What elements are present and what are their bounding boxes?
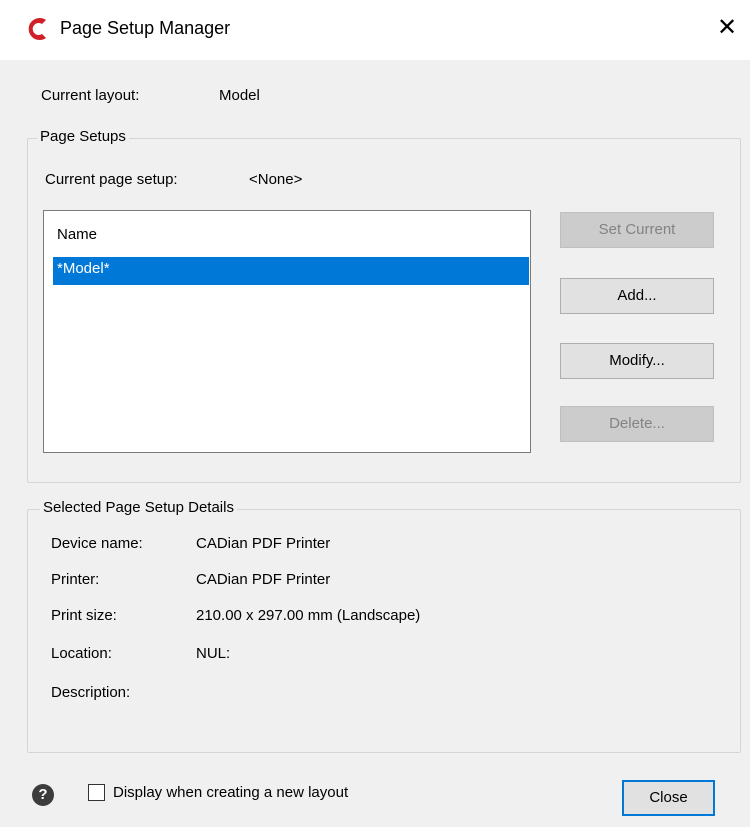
- add-button[interactable]: Add...: [560, 278, 714, 314]
- cadian-logo-icon: [28, 18, 46, 40]
- device-name-value: CADian PDF Printer: [196, 535, 331, 552]
- location-label: Location:: [51, 645, 112, 662]
- window-title: Page Setup Manager: [60, 18, 231, 38]
- device-name-label: Device name:: [51, 535, 143, 552]
- list-item-model[interactable]: *Model*: [53, 257, 529, 285]
- page-setups-title: Page Setups: [37, 128, 129, 145]
- list-header-name: Name: [57, 226, 98, 243]
- close-window-icon[interactable]: ✕: [712, 13, 742, 43]
- print-size-label: Print size:: [51, 607, 117, 624]
- close-button[interactable]: Close: [622, 780, 715, 816]
- set-current-button[interactable]: Set Current: [560, 212, 714, 248]
- print-size-value: 210.00 x 297.00 mm (Landscape): [196, 607, 421, 624]
- display-new-layout-label[interactable]: Display when creating a new layout: [113, 784, 348, 801]
- title-bar: Page Setup Manager ✕: [0, 0, 750, 60]
- current-page-setup-label: Current page setup:: [45, 171, 178, 188]
- details-title: Selected Page Setup Details: [40, 499, 237, 516]
- display-new-layout-checkbox[interactable]: [88, 784, 105, 801]
- current-page-setup-value: <None>: [249, 171, 303, 188]
- location-value: NUL:: [196, 645, 231, 662]
- current-layout-value: Model: [219, 87, 260, 104]
- description-label: Description:: [51, 684, 131, 701]
- modify-button[interactable]: Modify...: [560, 343, 714, 379]
- current-layout-label: Current layout:: [41, 87, 140, 104]
- page-setup-list[interactable]: Name *Model*: [43, 210, 531, 453]
- delete-button[interactable]: Delete...: [560, 406, 714, 442]
- printer-value: CADian PDF Printer: [196, 571, 331, 588]
- printer-label: Printer:: [51, 571, 100, 588]
- help-icon[interactable]: ?: [32, 784, 54, 806]
